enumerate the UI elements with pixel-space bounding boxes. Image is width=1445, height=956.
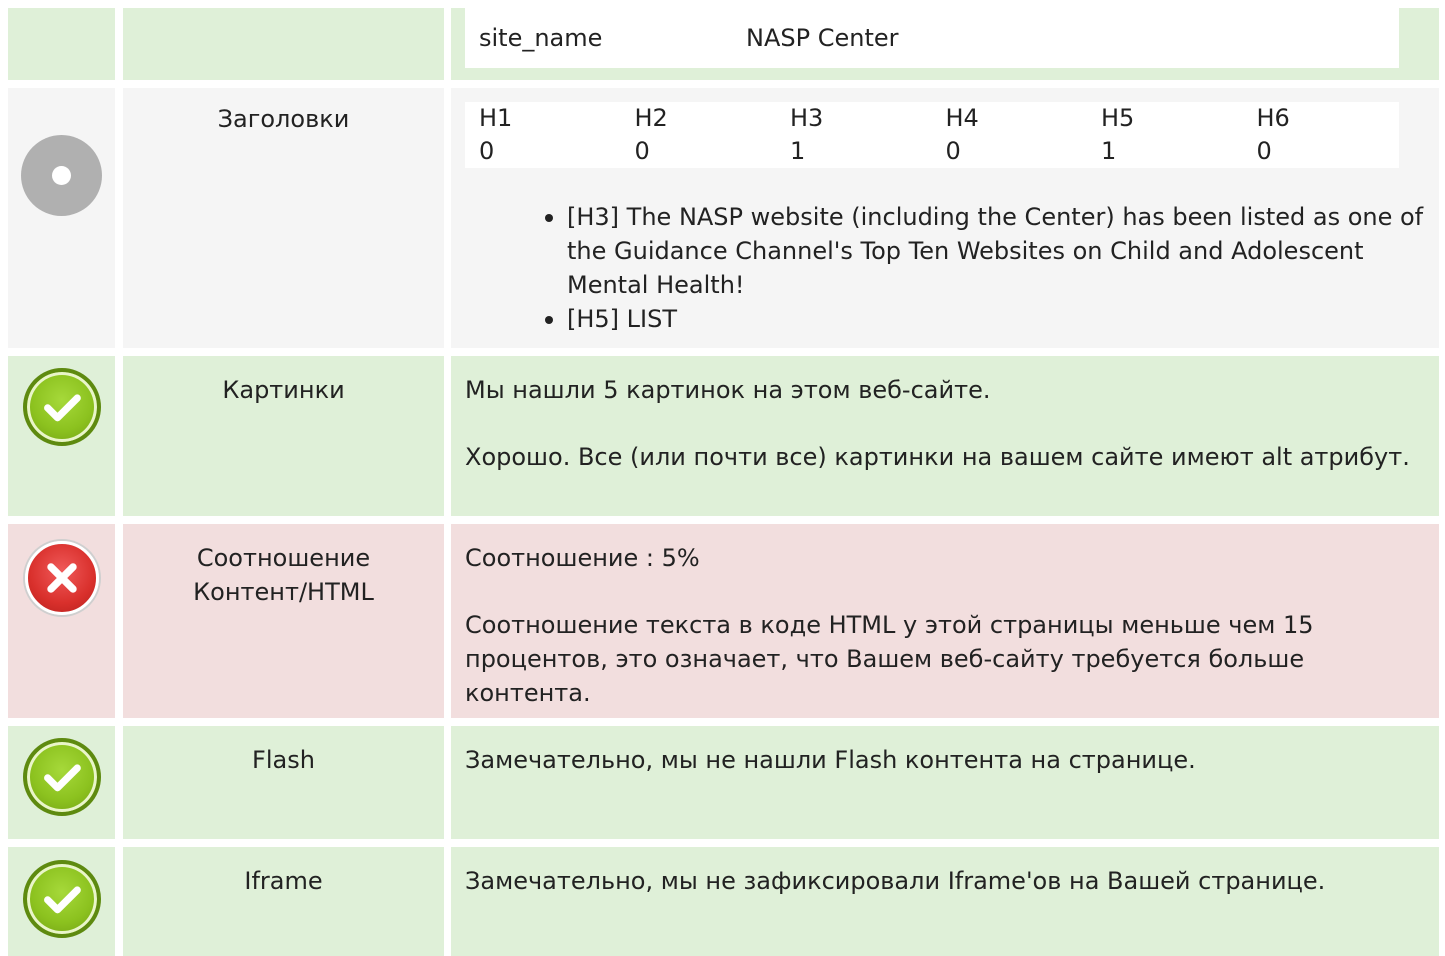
iframe-label: Iframe bbox=[123, 847, 444, 956]
row-flash: Flash Замечательно, мы не нашли Flash ко… bbox=[0, 726, 1445, 839]
heading-col-h6: H6 bbox=[1256, 104, 1290, 132]
row-images: Картинки Мы нашли 5 картинок на этом веб… bbox=[0, 356, 1445, 516]
site-name-value: NASP Center bbox=[746, 24, 899, 52]
row-icon-cell bbox=[8, 8, 115, 80]
heading-count-h5: 1 bbox=[1101, 137, 1117, 165]
check-circle-icon bbox=[23, 860, 101, 938]
ratio-value-text: Соотношение : 5% bbox=[465, 544, 700, 572]
row-icon-cell bbox=[8, 726, 115, 839]
heading-col-h5: H5 bbox=[1101, 104, 1135, 132]
heading-count-h1: 0 bbox=[479, 137, 495, 165]
headings-table: H1 H2 H3 H4 H5 H6 0 0 1 0 1 0 bbox=[465, 102, 1399, 168]
row-headings: Заголовки H1 H2 H3 H4 H5 H6 0 0 1 0 1 0 … bbox=[0, 88, 1445, 348]
heading-count-h2: 0 bbox=[634, 137, 650, 165]
row-content-cell: Замечательно, мы не нашли Flash контента… bbox=[451, 726, 1439, 839]
row-content-cell: site_name NASP Center bbox=[451, 8, 1439, 80]
heading-col-h1: H1 bbox=[479, 104, 513, 132]
row-label-cell bbox=[123, 8, 444, 80]
row-ratio: Соотношение Контент/HTML Соотношение : 5… bbox=[0, 524, 1445, 718]
row-iframe: Iframe Замечательно, мы не зафиксировали… bbox=[0, 847, 1445, 956]
heading-col-h2: H2 bbox=[634, 104, 668, 132]
images-label: Картинки bbox=[123, 356, 444, 516]
ratio-description-text: Соотношение текста в коде HTML у этой ст… bbox=[465, 611, 1314, 707]
headings-label: Заголовки bbox=[123, 88, 444, 348]
x-circle-icon bbox=[25, 541, 99, 615]
site-name-key: site_name bbox=[479, 24, 603, 52]
list-item: [H5] LIST bbox=[545, 302, 1425, 336]
row-icon-cell bbox=[8, 356, 115, 516]
row-icon-cell bbox=[8, 524, 115, 718]
site-name-box: site_name NASP Center bbox=[465, 8, 1399, 68]
dot-circle-icon bbox=[21, 135, 102, 216]
check-circle-icon bbox=[23, 738, 101, 816]
iframe-text: Замечательно, мы не зафиксировали Iframe… bbox=[465, 867, 1326, 895]
flash-label: Flash bbox=[123, 726, 444, 839]
row-content-cell: H1 H2 H3 H4 H5 H6 0 0 1 0 1 0 [H3] The N… bbox=[451, 88, 1439, 348]
ratio-label: Соотношение Контент/HTML bbox=[123, 524, 444, 718]
row-site-name: site_name NASP Center bbox=[0, 8, 1445, 80]
row-icon-cell bbox=[8, 847, 115, 956]
heading-count-h6: 0 bbox=[1256, 137, 1272, 165]
row-content-cell: Мы нашли 5 картинок на этом веб-сайте. Х… bbox=[451, 356, 1439, 516]
headings-list: [H3] The NASP website (including the Cen… bbox=[465, 200, 1425, 336]
heading-count-h4: 0 bbox=[945, 137, 961, 165]
check-circle-icon bbox=[23, 368, 101, 446]
heading-count-h3: 1 bbox=[790, 137, 806, 165]
flash-text: Замечательно, мы не нашли Flash контента… bbox=[465, 746, 1196, 774]
heading-col-h4: H4 bbox=[945, 104, 979, 132]
row-content-cell: Замечательно, мы не зафиксировали Iframe… bbox=[451, 847, 1439, 956]
heading-col-h3: H3 bbox=[790, 104, 824, 132]
row-icon-cell bbox=[8, 88, 115, 348]
row-content-cell: Соотношение : 5% Соотношение текста в ко… bbox=[451, 524, 1439, 718]
list-item: [H3] The NASP website (including the Cen… bbox=[545, 200, 1425, 302]
images-alt-text: Хорошо. Все (или почти все) картинки на … bbox=[465, 443, 1410, 471]
images-count-text: Мы нашли 5 картинок на этом веб-сайте. bbox=[465, 376, 991, 404]
